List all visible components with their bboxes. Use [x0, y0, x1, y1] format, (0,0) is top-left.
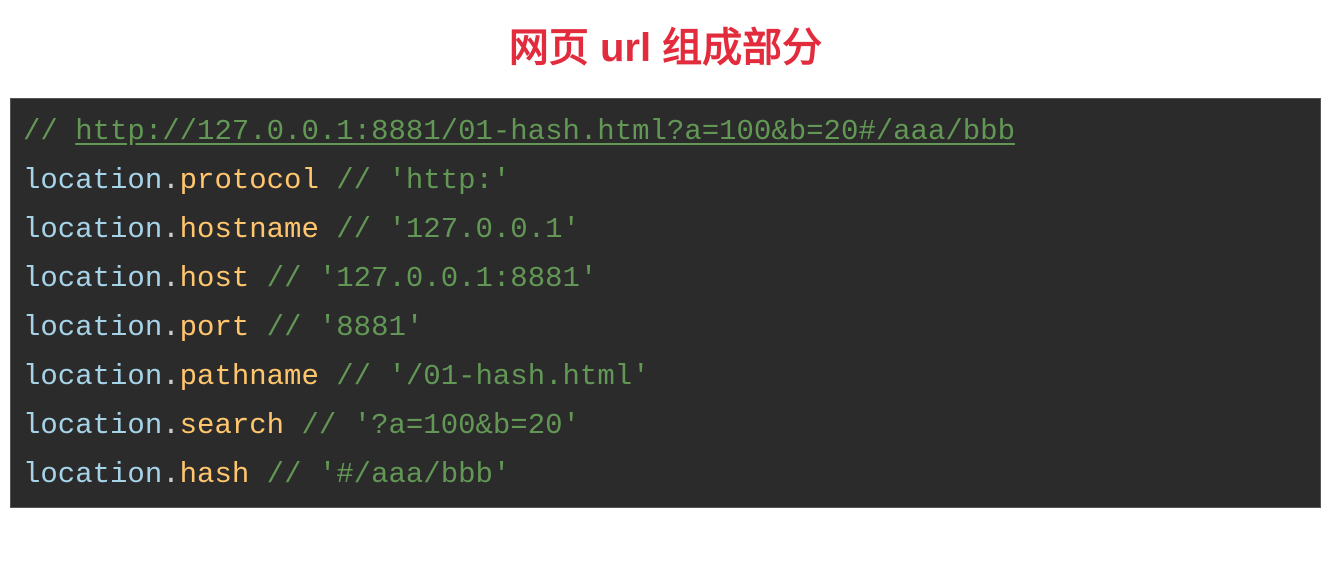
comment-slashes: //: [23, 115, 75, 148]
inline-comment: // '?a=100&b=20': [284, 409, 580, 442]
property-token: host: [180, 262, 250, 295]
code-block: // http://127.0.0.1:8881/01-hash.html?a=…: [10, 98, 1321, 508]
object-token: location: [23, 262, 162, 295]
inline-comment: // '8881': [249, 311, 423, 344]
url-comment: http://127.0.0.1:8881/01-hash.html?a=100…: [75, 115, 1015, 148]
code-line: location.pathname // '/01-hash.html': [23, 352, 1308, 401]
property-token: search: [180, 409, 284, 442]
inline-comment: // '/01-hash.html': [319, 360, 650, 393]
object-token: location: [23, 164, 162, 197]
inline-comment: // '127.0.0.1': [319, 213, 580, 246]
code-line-url: // http://127.0.0.1:8881/01-hash.html?a=…: [23, 107, 1308, 156]
code-line: location.hash // '#/aaa/bbb': [23, 450, 1308, 499]
inline-comment: // '#/aaa/bbb': [249, 458, 510, 491]
inline-comment: // 'http:': [319, 164, 510, 197]
object-token: location: [23, 458, 162, 491]
object-token: location: [23, 213, 162, 246]
dot-token: .: [162, 164, 179, 197]
property-token: pathname: [180, 360, 319, 393]
dot-token: .: [162, 262, 179, 295]
page-title: 网页 url 组成部分: [10, 15, 1321, 73]
code-line: location.host // '127.0.0.1:8881': [23, 254, 1308, 303]
object-token: location: [23, 311, 162, 344]
code-line: location.hostname // '127.0.0.1': [23, 205, 1308, 254]
code-line: location.port // '8881': [23, 303, 1308, 352]
object-token: location: [23, 360, 162, 393]
dot-token: .: [162, 311, 179, 344]
property-token: hostname: [180, 213, 319, 246]
dot-token: .: [162, 360, 179, 393]
document-container: 网页 url 组成部分 // http://127.0.0.1:8881/01-…: [0, 0, 1331, 508]
dot-token: .: [162, 458, 179, 491]
dot-token: .: [162, 213, 179, 246]
code-line: location.protocol // 'http:': [23, 156, 1308, 205]
dot-token: .: [162, 409, 179, 442]
property-token: protocol: [180, 164, 319, 197]
property-token: hash: [180, 458, 250, 491]
property-token: port: [180, 311, 250, 344]
code-line: location.search // '?a=100&b=20': [23, 401, 1308, 450]
object-token: location: [23, 409, 162, 442]
inline-comment: // '127.0.0.1:8881': [249, 262, 597, 295]
